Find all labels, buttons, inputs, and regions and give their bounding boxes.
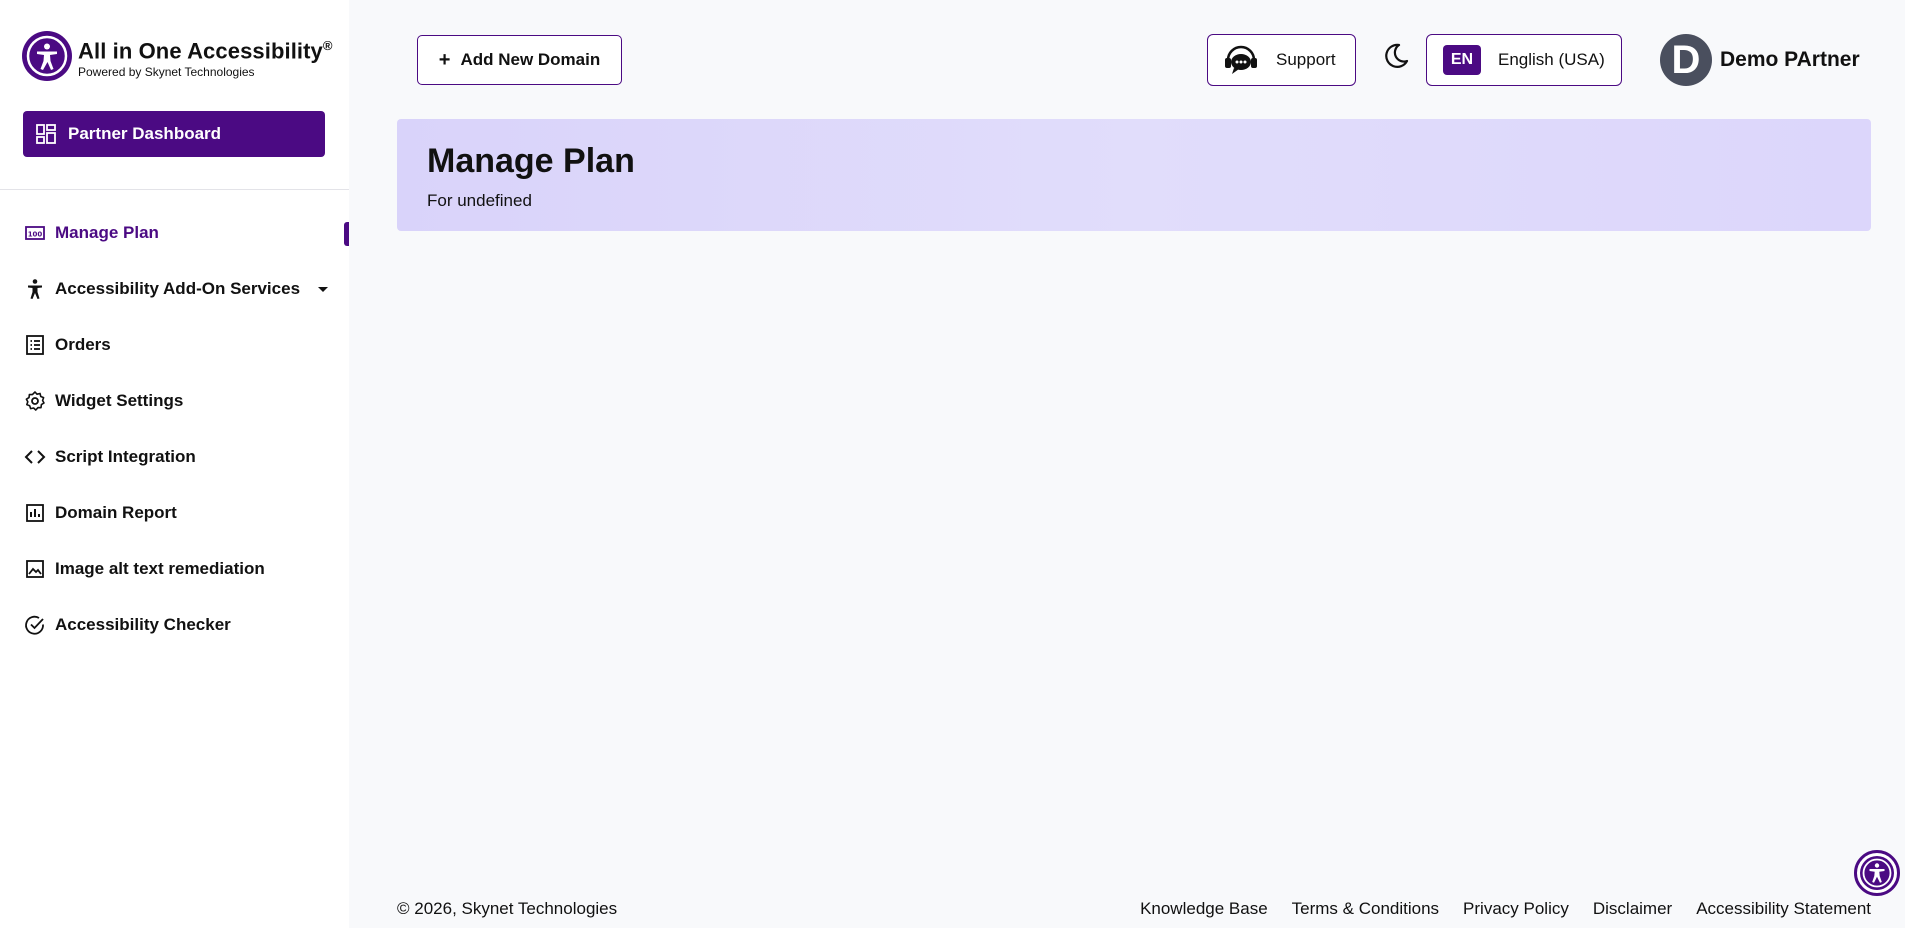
page-header-banner: Manage Plan For undefined <box>397 119 1871 231</box>
partner-dashboard-button[interactable]: Partner Dashboard <box>23 111 325 157</box>
orders-list-icon <box>24 334 46 356</box>
user-name: Demo PArtner <box>1720 48 1860 71</box>
sidebar: All in One Accessibility® Powered by Sky… <box>0 0 349 928</box>
chevron-down-icon[interactable] <box>318 286 329 292</box>
support-chat-icon <box>1225 45 1257 74</box>
dashboard-grid-icon <box>36 124 56 144</box>
sidebar-item-script-integration[interactable]: Script Integration <box>0 429 349 485</box>
avatar: D <box>1660 34 1712 86</box>
brand-title: All in One Accessibility® <box>78 38 333 64</box>
page-subtitle: For undefined <box>427 191 532 210</box>
sidebar-item-label: Widget Settings <box>55 391 184 410</box>
brand-logo-link[interactable]: All in One Accessibility® Powered by Sky… <box>22 31 333 81</box>
moon-icon <box>1385 43 1409 68</box>
dark-mode-toggle[interactable] <box>1380 41 1410 71</box>
sidebar-item-domain-report[interactable]: Domain Report <box>0 485 349 541</box>
footer-link-privacy[interactable]: Privacy Policy <box>1463 899 1569 919</box>
language-name: English (USA) <box>1498 50 1605 69</box>
accessibility-person-icon <box>24 278 46 300</box>
sidebar-item-label: Image alt text remediation <box>55 559 265 578</box>
sidebar-nav: 100 Manage Plan Accessibility Add-On Ser… <box>0 205 349 653</box>
check-circle-icon <box>24 614 46 636</box>
footer-link-accessibility-statement[interactable]: Accessibility Statement <box>1696 899 1871 919</box>
sidebar-item-label: Script Integration <box>55 447 196 466</box>
support-button[interactable]: Support <box>1207 34 1356 86</box>
accessibility-widget-button[interactable] <box>1854 850 1900 896</box>
partner-dashboard-label: Partner Dashboard <box>68 124 222 143</box>
sidebar-item-orders[interactable]: Orders <box>0 317 349 373</box>
language-code-badge: EN <box>1443 45 1481 75</box>
sidebar-divider <box>0 189 349 190</box>
user-menu[interactable]: D Demo PArtner <box>1660 34 1860 86</box>
sidebar-item-accessibility-checker[interactable]: Accessibility Checker <box>0 597 349 653</box>
language-selector[interactable]: EN English (USA) <box>1426 34 1622 86</box>
sidebar-item-label: Domain Report <box>55 503 177 522</box>
sidebar-item-label: Accessibility Add-On Services <box>55 279 301 298</box>
page-title: Manage Plan <box>427 142 635 180</box>
footer-links: Knowledge Base Terms & Conditions Privac… <box>1116 899 1871 919</box>
accessibility-icon <box>1860 856 1894 890</box>
gear-icon <box>24 390 46 412</box>
sidebar-item-manage-plan[interactable]: 100 Manage Plan <box>0 205 349 261</box>
plan-icon: 100 <box>24 222 46 244</box>
footer-link-terms[interactable]: Terms & Conditions <box>1292 899 1439 919</box>
sidebar-item-addon-services[interactable]: Accessibility Add-On Services <box>0 261 349 317</box>
footer-link-disclaimer[interactable]: Disclaimer <box>1593 899 1672 919</box>
add-new-domain-label: Add New Domain <box>460 50 601 69</box>
accessibility-logo-icon <box>22 31 72 81</box>
add-new-domain-button[interactable]: + Add New Domain <box>417 35 622 85</box>
brand-subtitle: Powered by Skynet Technologies <box>78 64 255 79</box>
sidebar-item-label: Manage Plan <box>55 223 159 242</box>
sidebar-item-image-alt-text[interactable]: Image alt text remediation <box>0 541 349 597</box>
svg-text:100: 100 <box>28 231 43 239</box>
sidebar-item-label: Orders <box>55 335 111 354</box>
footer-link-knowledge-base[interactable]: Knowledge Base <box>1140 899 1268 919</box>
plus-icon: + <box>438 48 451 71</box>
sidebar-item-widget-settings[interactable]: Widget Settings <box>0 373 349 429</box>
code-icon <box>24 446 46 468</box>
support-label: Support <box>1276 50 1336 69</box>
copyright-text: © 2026, Skynet Technologies <box>397 899 618 918</box>
image-icon <box>24 558 46 580</box>
sidebar-item-label: Accessibility Checker <box>55 615 231 634</box>
bar-chart-icon <box>24 502 46 524</box>
